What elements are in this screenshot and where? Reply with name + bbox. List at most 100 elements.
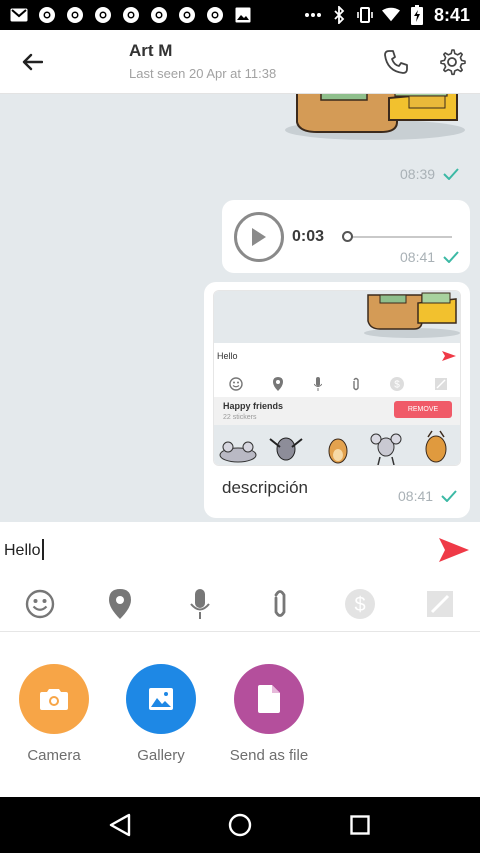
hamster-sticker-image: [364, 292, 460, 338]
microphone-icon: [190, 589, 210, 619]
last-seen-status: Last seen 20 Apr at 11:38: [129, 66, 277, 81]
gallery-option[interactable]: Gallery: [106, 664, 216, 764]
send-icon: [439, 538, 469, 562]
chat-area[interactable]: 08:39 0:03 08:41 Hello $ Happy friends 2…: [0, 94, 480, 522]
send-as-file-option[interactable]: Send as file: [214, 664, 324, 764]
nav-back-button[interactable]: [100, 805, 140, 845]
svg-text:$: $: [395, 380, 401, 391]
chrome-icon: [66, 6, 84, 24]
money-icon: $: [390, 377, 405, 391]
voice-record-button[interactable]: [160, 582, 240, 626]
play-button[interactable]: [234, 212, 284, 262]
sticker-icon: [434, 378, 447, 390]
microphone-icon: [313, 377, 322, 391]
phone-icon: [384, 50, 408, 74]
gallery-icon: [149, 688, 173, 710]
text-cursor: [42, 539, 44, 560]
chrome-icon: [150, 6, 168, 24]
attachment-icon: [353, 377, 359, 391]
chrome-icon: [38, 6, 56, 24]
hamster-sticker-image: [285, 94, 465, 140]
nav-home-button[interactable]: [220, 805, 260, 845]
contact-name[interactable]: Art M: [129, 41, 172, 61]
camera-option[interactable]: Camera: [0, 664, 109, 764]
sticker-button[interactable]: [400, 582, 480, 626]
sticker-pack-remove-button: REMOVE: [394, 401, 452, 418]
money-icon: $: [345, 589, 375, 619]
bluetooth-icon: [330, 6, 348, 24]
location-button[interactable]: [80, 582, 160, 626]
file-icon: [258, 685, 280, 713]
send-icon: [442, 351, 456, 361]
voice-duration: 0:03: [292, 228, 325, 245]
chrome-icon: [122, 6, 140, 24]
chrome-icon: [94, 6, 112, 24]
gear-icon: [440, 49, 466, 76]
send-as-file-label: Send as file: [229, 747, 309, 764]
chrome-icon: [206, 6, 224, 24]
sticker-pack-count: 22 stickers: [223, 414, 257, 421]
location-icon: [109, 589, 131, 619]
attachment-button[interactable]: [240, 582, 320, 626]
play-icon: [252, 228, 266, 246]
camera-icon: [40, 689, 68, 710]
sticker-thumbnails-image: [219, 430, 447, 465]
message-time: 08:41: [400, 249, 436, 265]
call-button[interactable]: [378, 44, 414, 80]
image-icon: [234, 6, 252, 24]
check-icon: [443, 251, 459, 263]
screenshot-image[interactable]: Hello $ Happy friends 22 stickers REMOVE: [213, 290, 461, 466]
settings-button[interactable]: [434, 44, 470, 80]
chat-header: Art M Last seen 20 Apr at 11:38: [0, 30, 480, 94]
voice-message[interactable]: 0:03 08:41: [222, 200, 470, 273]
screenshot-chat-preview: [214, 291, 460, 343]
screenshot-tool-row: $: [214, 371, 460, 397]
message-input[interactable]: [4, 538, 424, 564]
voice-progress-knob[interactable]: [342, 231, 353, 242]
battery-icon: [408, 5, 426, 25]
composer-toolbar: $: [0, 582, 480, 626]
voice-progress-track[interactable]: [350, 236, 452, 238]
message-time: 08:41: [398, 488, 434, 504]
wifi-icon: [381, 6, 400, 24]
check-icon: [443, 168, 459, 180]
sticker-icon: [427, 591, 453, 617]
gmail-icon: [10, 6, 28, 24]
message-meta: 08:39: [400, 166, 459, 182]
send-money-button[interactable]: $: [320, 582, 400, 626]
screenshot-input-row: Hello: [214, 343, 460, 371]
back-button[interactable]: [14, 46, 50, 78]
screenshot-sticker-pack-bar: Happy friends 22 stickers REMOVE: [214, 397, 460, 425]
gallery-circle: [126, 664, 196, 734]
emoji-icon: [25, 589, 55, 619]
vibrate-icon: [356, 6, 374, 24]
sticker-pack-name: Happy friends: [223, 401, 284, 411]
message-meta: 08:41: [398, 488, 457, 504]
more-icon: [304, 6, 322, 24]
gallery-label: Gallery: [137, 747, 185, 764]
arrow-back-icon: [22, 53, 43, 71]
image-caption: descripción: [222, 478, 308, 497]
image-message[interactable]: Hello $ Happy friends 22 stickers REMOVE: [204, 282, 470, 518]
emoji-button[interactable]: [0, 582, 80, 626]
file-circle: [234, 664, 304, 734]
attachment-panel: Camera Gallery Send as file: [0, 632, 480, 797]
message-composer: $: [0, 522, 480, 632]
location-icon: [273, 377, 284, 391]
message-meta: 08:41: [400, 249, 459, 265]
nav-recents-button[interactable]: [340, 805, 380, 845]
svg-text:$: $: [354, 594, 365, 616]
status-bar: 8:41: [0, 0, 480, 30]
sticker-message[interactable]: [285, 94, 465, 144]
emoji-icon: [229, 377, 243, 391]
camera-label: Camera: [27, 747, 81, 764]
check-icon: [441, 490, 457, 502]
camera-circle: [19, 664, 89, 734]
circle-home-icon: [228, 813, 252, 837]
square-recents-icon: [350, 815, 370, 835]
status-time: 8:41: [433, 4, 470, 25]
send-button[interactable]: [438, 536, 470, 564]
attachment-icon: [274, 590, 286, 617]
screen: 8:41 Art M Last seen 20 Apr at 11:38 08:…: [0, 0, 480, 853]
chrome-icon: [178, 6, 196, 24]
